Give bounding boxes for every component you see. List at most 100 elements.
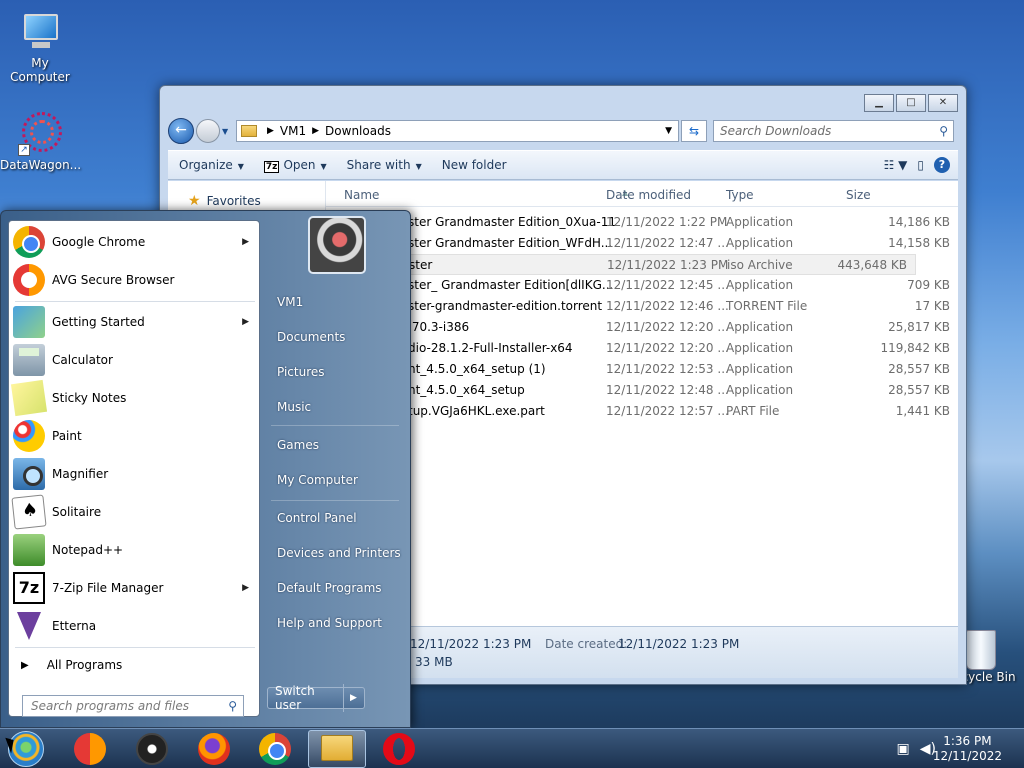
nav-favorites[interactable]: ★ Favorites [188, 193, 261, 209]
chrome-icon [13, 226, 45, 258]
desktop-icon-label: My Computer [10, 56, 70, 84]
search-input[interactable]: Search Downloads ⚲ [713, 120, 954, 142]
address-dropdown-icon[interactable]: ▼ [665, 126, 672, 136]
program-solitaire[interactable]: Solitaire [9, 493, 261, 531]
program-notepad-plus-plus[interactable]: Notepad++ [9, 531, 261, 569]
address-bar[interactable]: ▶ VM1 ▶ Downloads ▼ [236, 120, 679, 142]
program-sticky-notes[interactable]: Sticky Notes [9, 379, 261, 417]
forward-button[interactable] [196, 119, 220, 143]
file-date: 12/11/2022 12:57 ... [606, 404, 729, 418]
submenu-arrow-icon: ▶ [242, 583, 249, 593]
switch-user-button[interactable]: Switch user ▶ [267, 684, 365, 712]
start-search-input[interactable]: Search programs and files ⚲ [22, 695, 244, 717]
avg-browser-icon[interactable] [74, 733, 106, 765]
help-icon[interactable]: ? [934, 157, 950, 173]
chevron-down-icon: ▼ [415, 162, 422, 171]
file-type: Application [726, 383, 794, 397]
file-name: nt_4.5.0_x64_setup (1) [408, 362, 546, 376]
share-with-button[interactable]: Share with ▼ [338, 158, 431, 172]
etterna-arrow-icon [13, 610, 45, 642]
file-type: Application [726, 320, 794, 334]
organize-button[interactable]: Organize ▼ [170, 158, 253, 172]
column-type[interactable]: Type [726, 188, 754, 202]
new-folder-button[interactable]: New folder [433, 158, 516, 172]
file-row[interactable]: ster 12/11/2022 1:23 PM iso Archive 443,648… [326, 254, 916, 275]
file-row[interactable]: ster_ Grandmaster Edition[dlIKG... 12/11/… [326, 275, 958, 296]
star-icon: ★ [188, 193, 201, 209]
start-link-pictures[interactable]: Pictures [277, 365, 325, 379]
clock[interactable]: 1:36 PM 12/11/2022 [933, 734, 1002, 764]
open-button[interactable]: 7z Open ▼ [255, 158, 336, 173]
start-link-default-programs[interactable]: Default Programs [277, 581, 382, 595]
file-name: dio-28.1.2-Full-Installer-x64 [408, 341, 573, 355]
file-row[interactable]: .70.3-i386 12/11/2022 12:20 ... Applicatio… [326, 317, 958, 338]
file-row[interactable]: nt_4.5.0_x64_setup (1) 12/11/2022 12:53 .… [326, 359, 958, 380]
start-link-control-panel[interactable]: Control Panel [277, 511, 357, 525]
file-row[interactable]: nt_4.5.0_x64_setup 12/11/2022 12:48 ... Ap… [326, 380, 958, 401]
details-size-value: 33 MB [415, 655, 453, 669]
breadcrumb-vm1[interactable]: VM1 [280, 124, 306, 138]
program-paint[interactable]: Paint [9, 417, 261, 455]
file-row[interactable]: ster-grandmaster-edition.torrent 12/11/20… [326, 296, 958, 317]
folder-icon [241, 125, 257, 137]
column-date-modified[interactable]: Date modified [606, 188, 691, 202]
minimize-button[interactable]: ▁ [864, 94, 894, 112]
file-row[interactable]: dio-28.1.2-Full-Installer-x64 12/11/2022 … [326, 338, 958, 359]
program-magnifier[interactable]: Magnifier [9, 455, 261, 493]
start-link-documents[interactable]: Documents [277, 330, 345, 344]
program-etterna[interactable]: Etterna [9, 607, 261, 645]
start-link-vm1[interactable]: VM1 [277, 295, 303, 309]
submenu-arrow-icon: ▶ [242, 237, 249, 247]
taskbar: ▣ ◀) 1:36 PM 12/11/2022 [0, 728, 1024, 768]
file-explorer-icon[interactable] [321, 735, 353, 761]
start-link-my-computer[interactable]: My Computer [277, 473, 358, 487]
close-button[interactable]: ✕ [928, 94, 958, 112]
title-bar[interactable] [160, 86, 966, 116]
start-link-help-support[interactable]: Help and Support [277, 616, 382, 630]
file-size: 14,158 KB [888, 236, 950, 250]
file-date: 12/11/2022 12:46 ... [606, 299, 729, 313]
file-size: 443,648 KB [837, 258, 907, 272]
refresh-button[interactable]: ⇆ [681, 120, 707, 142]
column-size[interactable]: Size [846, 188, 871, 202]
program-calculator[interactable]: Calculator [9, 341, 261, 379]
column-name[interactable]: Name [344, 188, 379, 202]
program-getting-started[interactable]: Getting Started ▶ [9, 303, 261, 341]
file-row[interactable]: ster Grandmaster Edition_0Xua-11 12/11/20… [326, 212, 958, 233]
program-google-chrome[interactable]: Google Chrome ▶ [9, 223, 261, 261]
back-button[interactable]: ← [168, 118, 194, 144]
file-row[interactable]: tup.VGJa6HKL.exe.part 12/11/2022 12:57 ..… [326, 401, 958, 422]
view-options-icon[interactable]: ☷ ▼ [884, 158, 908, 172]
file-name: ster_ Grandmaster Edition[dlIKG... [408, 278, 614, 292]
shutdown-options-arrow-icon[interactable]: ▶ [344, 693, 357, 703]
all-programs-button[interactable]: ▶ All Programs [9, 651, 261, 679]
chevron-down-icon: ▼ [320, 161, 327, 171]
file-name: nt_4.5.0_x64_setup [408, 383, 525, 397]
start-menu-programs: Google Chrome ▶ AVG Secure Browser Gettin… [8, 220, 260, 717]
file-date: 12/11/2022 12:45 ... [606, 278, 729, 292]
file-type: Application [726, 362, 794, 376]
search-icon: ⚲ [228, 699, 237, 713]
file-name: tup.VGJa6HKL.exe.part [408, 404, 545, 418]
network-icon[interactable]: ▣ [897, 741, 910, 757]
file-row[interactable]: ster Grandmaster Edition_WFdH... 12/11/20… [326, 233, 958, 254]
start-link-music[interactable]: Music [277, 400, 311, 414]
details-created-value: 12/11/2022 1:23 PM [618, 637, 740, 651]
program-7zip[interactable]: 7z 7-Zip File Manager ▶ [9, 569, 261, 607]
solitaire-cards-icon [11, 494, 47, 530]
user-avatar[interactable] [308, 216, 366, 274]
program-avg-secure-browser[interactable]: AVG Secure Browser [9, 261, 261, 299]
chrome-icon[interactable] [259, 733, 291, 765]
desktop-icon-datawagon[interactable]: ↗ DataWagon... [0, 112, 81, 172]
desktop-icon-my-computer[interactable]: My Computer [0, 10, 80, 84]
preview-pane-icon[interactable]: ▯ [917, 158, 924, 172]
column-headers: ▲ Name Date modified Type Size [326, 181, 958, 207]
opera-icon[interactable] [383, 733, 415, 765]
recent-pages-dropdown[interactable]: ▼ [222, 127, 232, 136]
start-link-games[interactable]: Games [277, 438, 319, 452]
firefox-icon[interactable] [198, 733, 230, 765]
maximize-button[interactable]: □ [896, 94, 926, 112]
breadcrumb-downloads[interactable]: Downloads [325, 124, 391, 138]
start-link-devices-printers[interactable]: Devices and Printers [277, 546, 401, 560]
obs-icon[interactable] [136, 733, 168, 765]
